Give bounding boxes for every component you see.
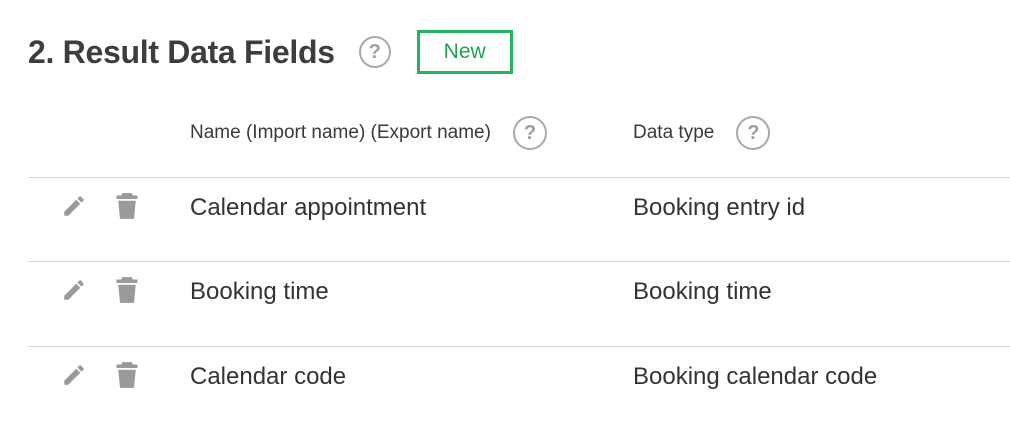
trash-icon[interactable] <box>114 276 140 304</box>
pencil-icon[interactable] <box>61 361 87 389</box>
section-title: 2. Result Data Fields <box>28 33 335 70</box>
pencil-icon[interactable] <box>61 276 87 304</box>
name-column-help-icon[interactable]: ? <box>512 116 547 150</box>
section-header: 2. Result Data Fields ? New <box>28 28 513 76</box>
column-header-name: Name (Import name) (Export name) ? <box>190 115 547 151</box>
column-header-data-type-label: Data type <box>633 122 715 143</box>
field-name: Calendar appointment <box>190 194 427 221</box>
table-row: Booking time Booking time <box>28 261 1010 345</box>
field-data-type: Booking time <box>633 278 772 305</box>
field-data-type: Booking entry id <box>633 194 806 221</box>
section-help-icon[interactable]: ? <box>358 36 391 68</box>
column-header-name-label: Name (Import name) (Export name) <box>190 122 491 143</box>
new-button[interactable]: New <box>416 30 513 74</box>
table-row: Calendar code Booking calendar code <box>28 346 1010 426</box>
field-name: Calendar code <box>190 363 347 390</box>
data-type-column-help-icon[interactable]: ? <box>736 116 771 150</box>
field-data-type: Booking calendar code <box>633 363 878 390</box>
table-row: Calendar appointment Booking entry id <box>28 177 1010 261</box>
trash-icon[interactable] <box>114 192 140 220</box>
column-header-data-type: Data type ? <box>633 115 771 151</box>
result-data-fields-panel: 2. Result Data Fields ? New Name (Import… <box>0 0 1010 426</box>
trash-icon[interactable] <box>114 361 140 389</box>
field-name: Booking time <box>190 278 329 305</box>
pencil-icon[interactable] <box>61 192 87 220</box>
